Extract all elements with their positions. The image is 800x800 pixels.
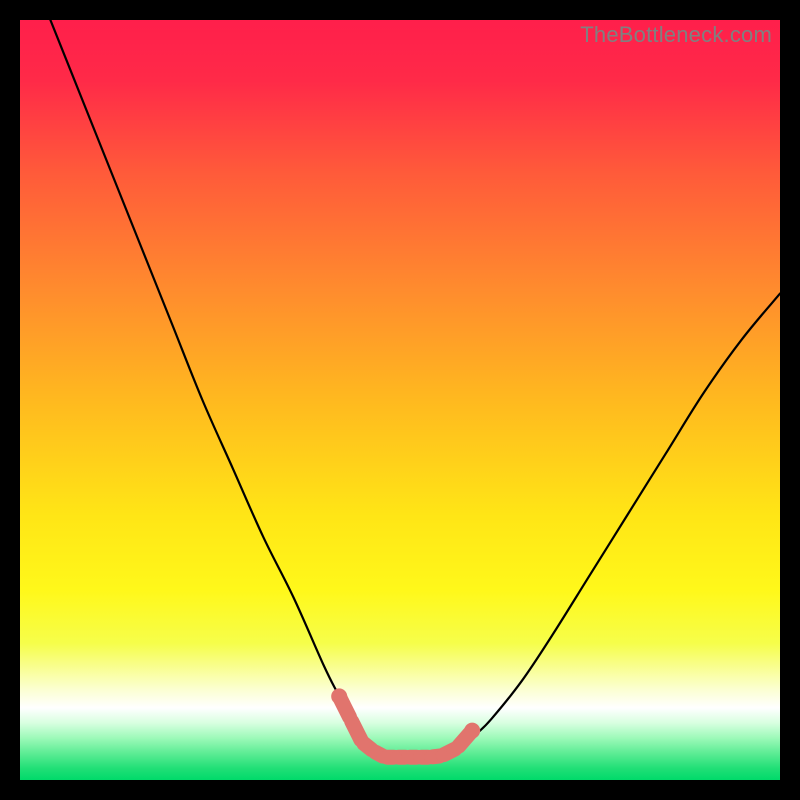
marker-dot [367,745,379,757]
watermark-text: TheBottleneck.com [580,22,772,48]
marker-dot [345,713,357,725]
plot-area [20,20,780,780]
marker-dot [356,736,368,748]
marker-dot [390,751,402,763]
marker-dot [402,751,414,763]
chart-svg [20,20,780,780]
curve-left-curve [50,20,384,757]
marker-dot [436,750,448,762]
marker-dot [379,751,391,763]
marker-dot [331,688,347,704]
marker-dot [451,742,463,754]
curve-right-curve [446,294,780,758]
chart-frame: TheBottleneck.com [0,0,800,800]
marker-dot [413,751,425,763]
marker-dot [464,723,480,739]
marker-dot [424,751,436,763]
